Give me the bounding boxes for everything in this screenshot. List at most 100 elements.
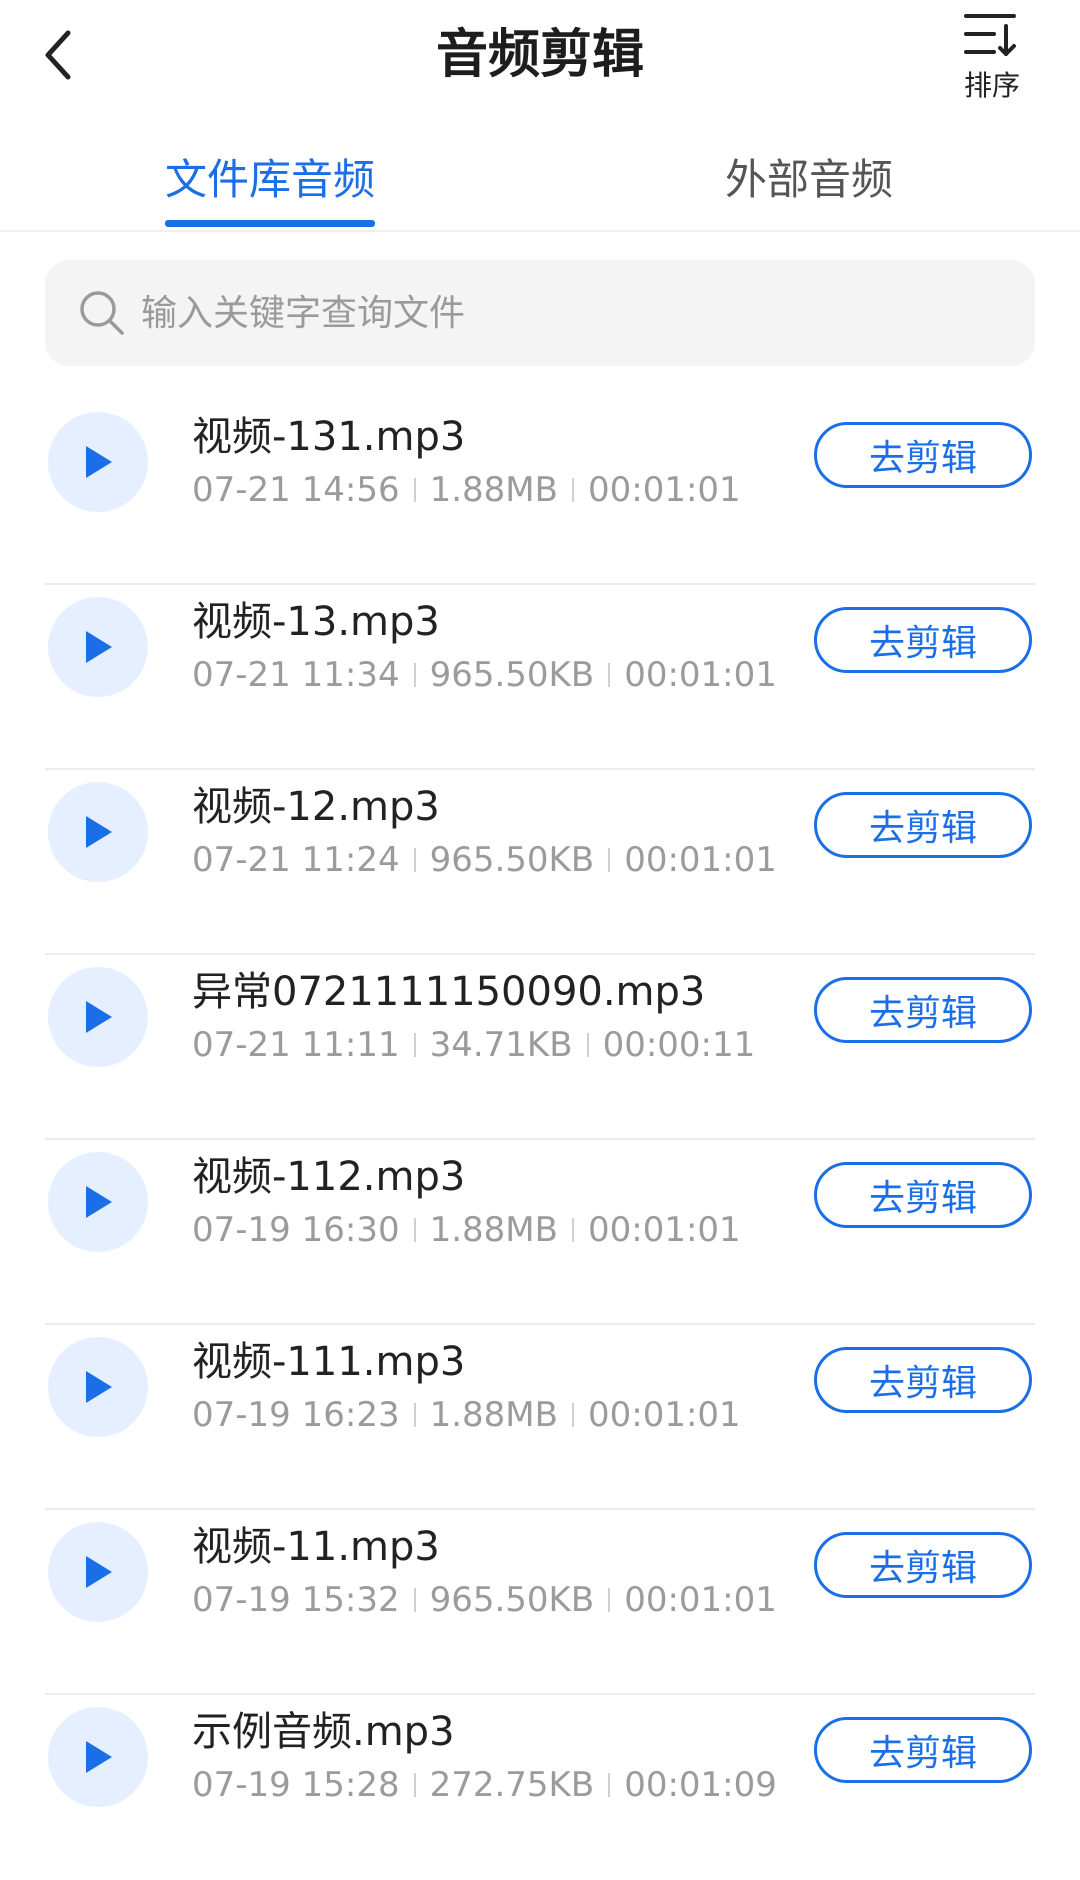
divider [413, 848, 416, 872]
file-size: 1.88MB [429, 1210, 558, 1250]
play-button[interactable] [48, 1152, 148, 1252]
divider [413, 663, 416, 687]
file-duration: 00:01:09 [624, 1765, 777, 1805]
file-duration: 00:01:01 [587, 470, 741, 510]
search-bar[interactable] [45, 260, 1035, 366]
file-size: 34.71KB [429, 1025, 573, 1065]
file-size: 1.88MB [429, 470, 558, 510]
file-date: 07-21 11:11 [192, 1025, 400, 1065]
file-date: 07-21 11:24 [192, 840, 400, 880]
file-duration: 00:01:01 [624, 655, 777, 695]
file-meta: 07-21 11:34 965.50KB 00:01:01 [192, 653, 777, 697]
file-name: 异常0721111150090.mp3 [192, 969, 706, 1015]
list-item: 视频-11.mp3 07-19 15:32 965.50KB 00:01:01 去剪… [0, 1510, 1080, 1695]
divider [413, 1033, 416, 1057]
play-icon [86, 631, 112, 663]
list-item: 视频-131.mp3 07-21 14:56 1.88MB 00:01:01 去剪辑 [0, 400, 1080, 585]
active-tab-indicator [165, 220, 375, 227]
file-date: 07-19 16:30 [192, 1210, 400, 1250]
play-button[interactable] [48, 1707, 148, 1807]
edit-button[interactable]: 去剪辑 [814, 1717, 1032, 1783]
play-button[interactable] [48, 1522, 148, 1622]
list-item: 示例音频.mp3 07-19 15:28 272.75KB 00:01:09 去剪辑 [0, 1695, 1080, 1880]
play-icon [86, 1371, 112, 1403]
file-duration: 00:00:11 [602, 1025, 756, 1065]
divider [413, 478, 416, 502]
divider [608, 1773, 611, 1797]
divider [608, 1588, 611, 1612]
list-item: 视频-13.mp3 07-21 11:34 965.50KB 00:01:01 去剪… [0, 585, 1080, 770]
play-button[interactable] [48, 967, 148, 1067]
play-button[interactable] [48, 782, 148, 882]
file-name: 视频-131.mp3 [192, 414, 466, 460]
play-icon [86, 1186, 112, 1218]
edit-button[interactable]: 去剪辑 [814, 792, 1032, 858]
file-date: 07-19 15:28 [192, 1765, 400, 1805]
list-item: 视频-12.mp3 07-21 11:24 965.50KB 00:01:01 去剪… [0, 770, 1080, 955]
file-duration: 00:01:01 [624, 1580, 777, 1620]
play-button[interactable] [48, 1337, 148, 1437]
file-meta: 07-19 15:32 965.50KB 00:01:01 [192, 1578, 777, 1622]
tab-bar: 文件库音频 外部音频 [0, 140, 1080, 232]
edit-button[interactable]: 去剪辑 [814, 1162, 1032, 1228]
file-size: 272.75KB [429, 1765, 595, 1805]
audio-file-list: 视频-131.mp3 07-21 14:56 1.88MB 00:01:01 去剪辑… [0, 400, 1080, 1880]
sort-label: 排序 [963, 69, 1020, 102]
file-name: 视频-11.mp3 [192, 1524, 440, 1570]
edit-button[interactable]: 去剪辑 [814, 422, 1032, 488]
sort-icon [964, 14, 1016, 56]
divider [608, 848, 611, 872]
file-duration: 00:01:01 [624, 840, 777, 880]
file-name: 视频-12.mp3 [192, 784, 440, 830]
divider [571, 478, 574, 502]
file-size: 965.50KB [429, 840, 595, 880]
play-icon [86, 446, 112, 478]
play-icon [86, 1741, 112, 1773]
file-date: 07-19 15:32 [192, 1580, 400, 1620]
divider [413, 1773, 416, 1797]
edit-button[interactable]: 去剪辑 [814, 1532, 1032, 1598]
edit-button[interactable]: 去剪辑 [814, 1347, 1032, 1413]
file-date: 07-19 16:23 [192, 1395, 400, 1435]
divider [608, 663, 611, 687]
edit-button[interactable]: 去剪辑 [814, 607, 1032, 673]
file-meta: 07-21 11:11 34.71KB 00:00:11 [192, 1023, 755, 1067]
search-icon [80, 291, 124, 335]
divider [413, 1588, 416, 1612]
file-duration: 00:01:01 [587, 1395, 741, 1435]
file-date: 07-21 11:34 [192, 655, 400, 695]
file-name: 视频-112.mp3 [192, 1154, 466, 1200]
file-meta: 07-19 16:23 1.88MB 00:01:01 [192, 1393, 741, 1437]
divider [571, 1403, 574, 1427]
play-icon [86, 816, 112, 848]
play-icon [86, 1556, 112, 1588]
play-button[interactable] [48, 597, 148, 697]
divider [571, 1218, 574, 1242]
file-size: 1.88MB [429, 1395, 558, 1435]
divider [586, 1033, 589, 1057]
file-date: 07-21 14:56 [192, 470, 400, 510]
divider [413, 1218, 416, 1242]
play-button[interactable] [48, 412, 148, 512]
sort-button[interactable]: 排序 [942, 10, 1042, 110]
file-name: 视频-13.mp3 [192, 599, 440, 645]
file-name: 示例音频.mp3 [192, 1709, 455, 1755]
edit-button[interactable]: 去剪辑 [814, 977, 1032, 1043]
file-size: 965.50KB [429, 655, 595, 695]
header: 音频剪辑 排序 [0, 0, 1080, 120]
file-meta: 07-19 16:30 1.88MB 00:01:01 [192, 1208, 741, 1252]
list-item: 视频-112.mp3 07-19 16:30 1.88MB 00:01:01 去剪辑 [0, 1140, 1080, 1325]
list-item: 视频-111.mp3 07-19 16:23 1.88MB 00:01:01 去剪辑 [0, 1325, 1080, 1510]
file-size: 965.50KB [429, 1580, 595, 1620]
play-icon [86, 1001, 112, 1033]
search-input[interactable] [139, 291, 943, 335]
file-name: 视频-111.mp3 [192, 1339, 466, 1385]
list-item: 异常0721111150090.mp3 07-21 11:11 34.71KB 00… [0, 955, 1080, 1140]
file-meta: 07-19 15:28 272.75KB 00:01:09 [192, 1763, 777, 1807]
file-meta: 07-21 11:24 965.50KB 00:01:01 [192, 838, 777, 882]
file-duration: 00:01:01 [587, 1210, 741, 1250]
page-title: 音频剪辑 [435, 25, 644, 85]
tab-external-audio[interactable]: 外部音频 [725, 150, 893, 210]
tab-library-audio[interactable]: 文件库音频 [165, 150, 375, 210]
file-meta: 07-21 14:56 1.88MB 00:01:01 [192, 468, 741, 512]
